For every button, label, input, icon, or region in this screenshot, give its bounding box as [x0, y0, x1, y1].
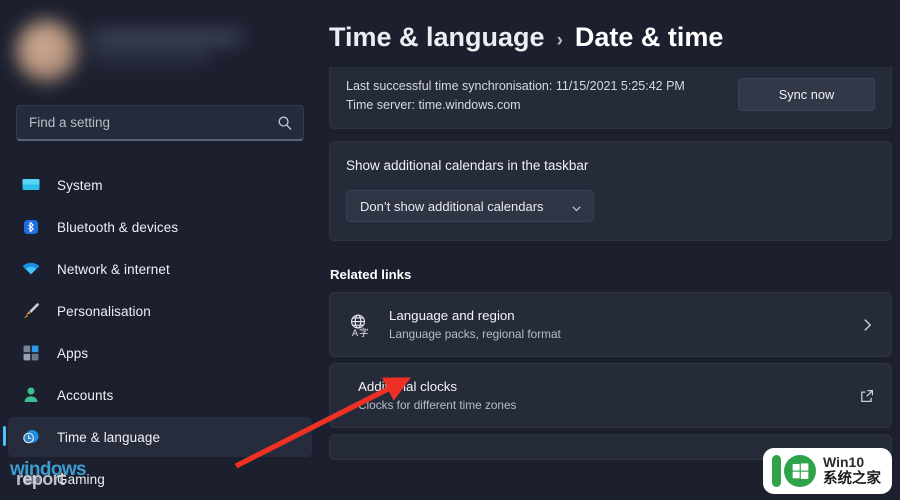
- bluetooth-icon: [21, 217, 41, 237]
- link-row-additional-clocks[interactable]: Additional clocks Clocks for different t…: [342, 364, 891, 427]
- sync-now-button[interactable]: Sync now: [738, 78, 875, 111]
- person-icon: [21, 385, 41, 405]
- sidebar-item-network-internet[interactable]: Network & internet: [8, 249, 312, 289]
- settings-window: System Bluetooth & devices Network & int…: [0, 0, 900, 500]
- chevron-right-icon: ›: [556, 30, 563, 51]
- dropdown-selected-value: Don’t show additional calendars: [360, 198, 544, 214]
- page-title: Date & time: [574, 22, 724, 52]
- paintbrush-icon: [21, 301, 41, 321]
- related-link-card-clocks: Additional clocks Clocks for different t…: [329, 363, 892, 428]
- sidebar-item-personalisation[interactable]: Personalisation: [8, 291, 312, 331]
- next-card-partial: [329, 434, 892, 460]
- breadcrumb: Time & language › Date & time: [329, 0, 900, 67]
- link-texts: Additional clocks Clocks for different t…: [358, 378, 859, 413]
- calendars-title: Show additional calendars in the taskbar: [346, 158, 589, 173]
- svg-text:A: A: [352, 328, 358, 338]
- sidebar-item-label: Time & language: [57, 429, 161, 445]
- breadcrumb-parent[interactable]: Time & language: [329, 22, 545, 53]
- apps-grid-icon: [21, 343, 41, 363]
- avatar: [16, 20, 78, 82]
- related-link-card-language: A 字 Language and region Language packs, …: [329, 292, 892, 357]
- sidebar-nav: System Bluetooth & devices Network & int…: [0, 165, 320, 499]
- account-header-blurred: [0, 0, 320, 105]
- sidebar-item-system[interactable]: System: [8, 165, 312, 205]
- last-sync-line: Last successful time synchronisation: 11…: [346, 79, 685, 93]
- sidebar-item-bluetooth-devices[interactable]: Bluetooth & devices: [8, 207, 312, 247]
- sidebar-item-label: Gaming: [57, 471, 105, 487]
- gaming-icon: [21, 469, 41, 489]
- additional-calendars-card: Show additional calendars in the taskbar…: [329, 141, 892, 241]
- time-server-line: Time server: time.windows.com: [346, 98, 521, 112]
- search-icon: [277, 115, 293, 131]
- search-container: [0, 105, 320, 141]
- sidebar-item-label: Accounts: [57, 387, 114, 403]
- sidebar-item-apps[interactable]: Apps: [8, 333, 312, 373]
- sidebar-item-time-language[interactable]: Time & language: [3, 417, 312, 457]
- display-icon: [21, 175, 41, 195]
- sync-status-text: Last successful time synchronisation: 11…: [346, 77, 728, 115]
- link-subtitle: Language packs, regional format: [389, 327, 561, 341]
- search-box[interactable]: [16, 105, 304, 141]
- sidebar-item-label: Apps: [57, 345, 89, 361]
- link-row-language-and-region[interactable]: A 字 Language and region Language packs, …: [330, 293, 891, 356]
- account-name-blurred: [92, 18, 242, 61]
- sidebar-item-label: System: [57, 177, 103, 193]
- sidebar-item-accounts[interactable]: Accounts: [8, 375, 312, 415]
- sidebar: System Bluetooth & devices Network & int…: [0, 0, 320, 500]
- search-input[interactable]: [29, 115, 277, 130]
- main-content: Time & language › Date & time Last succe…: [320, 0, 900, 500]
- time-sync-card: Last successful time synchronisation: 11…: [329, 67, 892, 129]
- clock-globe-icon: [21, 427, 41, 447]
- settings-scroll-area[interactable]: Last successful time synchronisation: 11…: [329, 67, 900, 485]
- chevron-right-icon: [859, 317, 875, 333]
- related-links-heading: Related links: [330, 267, 412, 282]
- sidebar-item-label: Bluetooth & devices: [57, 219, 179, 235]
- external-link-icon: [859, 388, 875, 404]
- svg-text:字: 字: [359, 327, 369, 338]
- sidebar-item-gaming[interactable]: Gaming: [8, 459, 312, 499]
- link-texts: Language and region Language packs, regi…: [389, 307, 842, 342]
- sidebar-item-label: Network & internet: [57, 261, 170, 277]
- link-subtitle: Clocks for different time zones: [358, 398, 517, 412]
- additional-calendars-dropdown[interactable]: Don’t show additional calendars: [346, 190, 594, 222]
- sidebar-item-label: Personalisation: [57, 303, 151, 319]
- wifi-icon: [21, 259, 41, 279]
- chevron-down-icon: [571, 201, 582, 212]
- language-globe-icon: A 字: [346, 312, 372, 339]
- link-title: Additional clocks: [358, 379, 458, 394]
- link-title: Language and region: [389, 308, 515, 323]
